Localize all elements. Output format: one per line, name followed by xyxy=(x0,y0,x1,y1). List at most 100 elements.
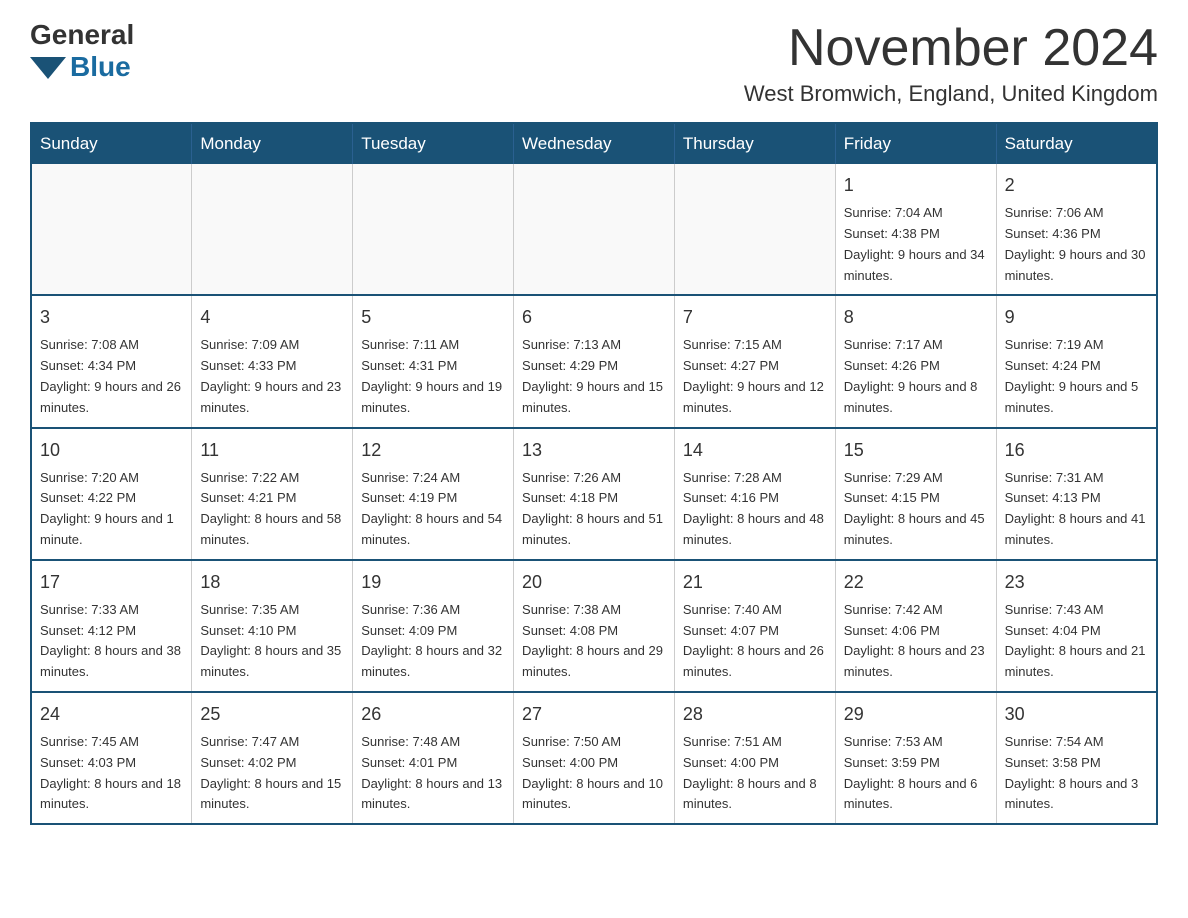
calendar-table: SundayMondayTuesdayWednesdayThursdayFrid… xyxy=(30,122,1158,825)
day-number: 5 xyxy=(361,304,505,331)
day-number: 27 xyxy=(522,701,666,728)
calendar-cell xyxy=(674,164,835,295)
calendar-cell: 20 Sunrise: 7:38 AM Sunset: 4:08 PM Dayli… xyxy=(514,560,675,692)
calendar-cell: 10 Sunrise: 7:20 AM Sunset: 4:22 PM Dayli… xyxy=(31,428,192,560)
calendar-week-row: 24 Sunrise: 7:45 AM Sunset: 4:03 PM Dayli… xyxy=(31,692,1157,824)
day-info: Sunrise: 7:06 AM Sunset: 4:36 PM Dayligh… xyxy=(1005,205,1146,282)
calendar-cell: 15Sunrise: 7:29 AM Sunset: 4:15 PM Dayli… xyxy=(835,428,996,560)
calendar-cell: 6 Sunrise: 7:13 AM Sunset: 4:29 PM Daylig… xyxy=(514,295,675,427)
calendar-cell xyxy=(192,164,353,295)
day-number: 1 xyxy=(844,172,988,199)
day-info: Sunrise: 7:13 AM Sunset: 4:29 PM Dayligh… xyxy=(522,337,663,414)
day-info: Sunrise: 7:33 AM Sunset: 4:12 PM Dayligh… xyxy=(40,602,181,679)
month-title: November 2024 xyxy=(744,20,1158,77)
calendar-cell: 4 Sunrise: 7:09 AM Sunset: 4:33 PM Daylig… xyxy=(192,295,353,427)
day-info: Sunrise: 7:09 AM Sunset: 4:33 PM Dayligh… xyxy=(200,337,341,414)
calendar-cell: 16 Sunrise: 7:31 AM Sunset: 4:13 PM Dayli… xyxy=(996,428,1157,560)
day-number: 11 xyxy=(200,437,344,464)
day-number: 28 xyxy=(683,701,827,728)
calendar-cell: 2Sunrise: 7:06 AM Sunset: 4:36 PM Daylig… xyxy=(996,164,1157,295)
day-number: 6 xyxy=(522,304,666,331)
calendar-cell: 18 Sunrise: 7:35 AM Sunset: 4:10 PM Dayli… xyxy=(192,560,353,692)
calendar-cell: 30 Sunrise: 7:54 AM Sunset: 3:58 PM Dayli… xyxy=(996,692,1157,824)
day-info: Sunrise: 7:20 AM Sunset: 4:22 PM Dayligh… xyxy=(40,470,174,547)
day-info: Sunrise: 7:26 AM Sunset: 4:18 PM Dayligh… xyxy=(522,470,663,547)
day-number: 30 xyxy=(1005,701,1148,728)
calendar-cell: 28 Sunrise: 7:51 AM Sunset: 4:00 PM Dayli… xyxy=(674,692,835,824)
day-info: Sunrise: 7:42 AM Sunset: 4:06 PM Dayligh… xyxy=(844,602,985,679)
calendar-cell: 9Sunrise: 7:19 AM Sunset: 4:24 PM Daylig… xyxy=(996,295,1157,427)
day-info: Sunrise: 7:22 AM Sunset: 4:21 PM Dayligh… xyxy=(200,470,341,547)
calendar-cell: 24 Sunrise: 7:45 AM Sunset: 4:03 PM Dayli… xyxy=(31,692,192,824)
calendar-week-row: 1 Sunrise: 7:04 AM Sunset: 4:38 PM Daylig… xyxy=(31,164,1157,295)
day-info: Sunrise: 7:36 AM Sunset: 4:09 PM Dayligh… xyxy=(361,602,502,679)
day-number: 20 xyxy=(522,569,666,596)
day-number: 19 xyxy=(361,569,505,596)
day-info: Sunrise: 7:31 AM Sunset: 4:13 PM Dayligh… xyxy=(1005,470,1146,547)
day-number: 3 xyxy=(40,304,183,331)
calendar-cell: 12 Sunrise: 7:24 AM Sunset: 4:19 PM Dayli… xyxy=(353,428,514,560)
weekday-header-thursday: Thursday xyxy=(674,123,835,164)
calendar-week-row: 17Sunrise: 7:33 AM Sunset: 4:12 PM Dayli… xyxy=(31,560,1157,692)
day-info: Sunrise: 7:45 AM Sunset: 4:03 PM Dayligh… xyxy=(40,734,181,811)
day-info: Sunrise: 7:51 AM Sunset: 4:00 PM Dayligh… xyxy=(683,734,817,811)
day-number: 14 xyxy=(683,437,827,464)
calendar-cell: 19 Sunrise: 7:36 AM Sunset: 4:09 PM Dayli… xyxy=(353,560,514,692)
day-info: Sunrise: 7:54 AM Sunset: 3:58 PM Dayligh… xyxy=(1005,734,1139,811)
day-info: Sunrise: 7:29 AM Sunset: 4:15 PM Dayligh… xyxy=(844,470,985,547)
day-number: 26 xyxy=(361,701,505,728)
calendar-cell: 8 Sunrise: 7:17 AM Sunset: 4:26 PM Daylig… xyxy=(835,295,996,427)
day-info: Sunrise: 7:24 AM Sunset: 4:19 PM Dayligh… xyxy=(361,470,502,547)
day-info: Sunrise: 7:47 AM Sunset: 4:02 PM Dayligh… xyxy=(200,734,341,811)
day-info: Sunrise: 7:50 AM Sunset: 4:00 PM Dayligh… xyxy=(522,734,663,811)
calendar-cell: 26 Sunrise: 7:48 AM Sunset: 4:01 PM Dayli… xyxy=(353,692,514,824)
day-number: 9 xyxy=(1005,304,1148,331)
weekday-header-sunday: Sunday xyxy=(31,123,192,164)
calendar-cell: 13Sunrise: 7:26 AM Sunset: 4:18 PM Dayli… xyxy=(514,428,675,560)
header: General Blue November 2024 West Bromwich… xyxy=(30,20,1158,107)
day-number: 29 xyxy=(844,701,988,728)
logo: General Blue xyxy=(30,20,134,83)
day-number: 12 xyxy=(361,437,505,464)
weekday-header-tuesday: Tuesday xyxy=(353,123,514,164)
day-info: Sunrise: 7:40 AM Sunset: 4:07 PM Dayligh… xyxy=(683,602,824,679)
day-info: Sunrise: 7:48 AM Sunset: 4:01 PM Dayligh… xyxy=(361,734,502,811)
day-info: Sunrise: 7:15 AM Sunset: 4:27 PM Dayligh… xyxy=(683,337,824,414)
day-number: 18 xyxy=(200,569,344,596)
calendar-week-row: 10 Sunrise: 7:20 AM Sunset: 4:22 PM Dayli… xyxy=(31,428,1157,560)
day-number: 10 xyxy=(40,437,183,464)
calendar-cell: 1 Sunrise: 7:04 AM Sunset: 4:38 PM Daylig… xyxy=(835,164,996,295)
weekday-header-saturday: Saturday xyxy=(996,123,1157,164)
day-number: 21 xyxy=(683,569,827,596)
day-number: 22 xyxy=(844,569,988,596)
day-info: Sunrise: 7:17 AM Sunset: 4:26 PM Dayligh… xyxy=(844,337,978,414)
calendar-cell: 7 Sunrise: 7:15 AM Sunset: 4:27 PM Daylig… xyxy=(674,295,835,427)
day-info: Sunrise: 7:38 AM Sunset: 4:08 PM Dayligh… xyxy=(522,602,663,679)
day-number: 4 xyxy=(200,304,344,331)
day-number: 16 xyxy=(1005,437,1148,464)
calendar-cell: 27 Sunrise: 7:50 AM Sunset: 4:00 PM Dayli… xyxy=(514,692,675,824)
day-info: Sunrise: 7:08 AM Sunset: 4:34 PM Dayligh… xyxy=(40,337,181,414)
day-number: 23 xyxy=(1005,569,1148,596)
calendar-cell xyxy=(514,164,675,295)
calendar-cell: 11 Sunrise: 7:22 AM Sunset: 4:21 PM Dayli… xyxy=(192,428,353,560)
weekday-header-wednesday: Wednesday xyxy=(514,123,675,164)
day-info: Sunrise: 7:28 AM Sunset: 4:16 PM Dayligh… xyxy=(683,470,824,547)
calendar-cell: 29Sunrise: 7:53 AM Sunset: 3:59 PM Dayli… xyxy=(835,692,996,824)
calendar-week-row: 3 Sunrise: 7:08 AM Sunset: 4:34 PM Daylig… xyxy=(31,295,1157,427)
day-number: 8 xyxy=(844,304,988,331)
day-info: Sunrise: 7:11 AM Sunset: 4:31 PM Dayligh… xyxy=(361,337,502,414)
calendar-cell xyxy=(31,164,192,295)
calendar-cell: 14 Sunrise: 7:28 AM Sunset: 4:16 PM Dayli… xyxy=(674,428,835,560)
location-title: West Bromwich, England, United Kingdom xyxy=(744,81,1158,107)
day-info: Sunrise: 7:35 AM Sunset: 4:10 PM Dayligh… xyxy=(200,602,341,679)
logo-general-text: General xyxy=(30,20,134,51)
day-number: 7 xyxy=(683,304,827,331)
calendar-cell: 5 Sunrise: 7:11 AM Sunset: 4:31 PM Daylig… xyxy=(353,295,514,427)
day-info: Sunrise: 7:43 AM Sunset: 4:04 PM Dayligh… xyxy=(1005,602,1146,679)
day-number: 24 xyxy=(40,701,183,728)
day-info: Sunrise: 7:04 AM Sunset: 4:38 PM Dayligh… xyxy=(844,205,985,282)
logo-triangle-icon xyxy=(30,57,66,79)
calendar-header-row: SundayMondayTuesdayWednesdayThursdayFrid… xyxy=(31,123,1157,164)
logo-blue-row: Blue xyxy=(30,51,131,83)
